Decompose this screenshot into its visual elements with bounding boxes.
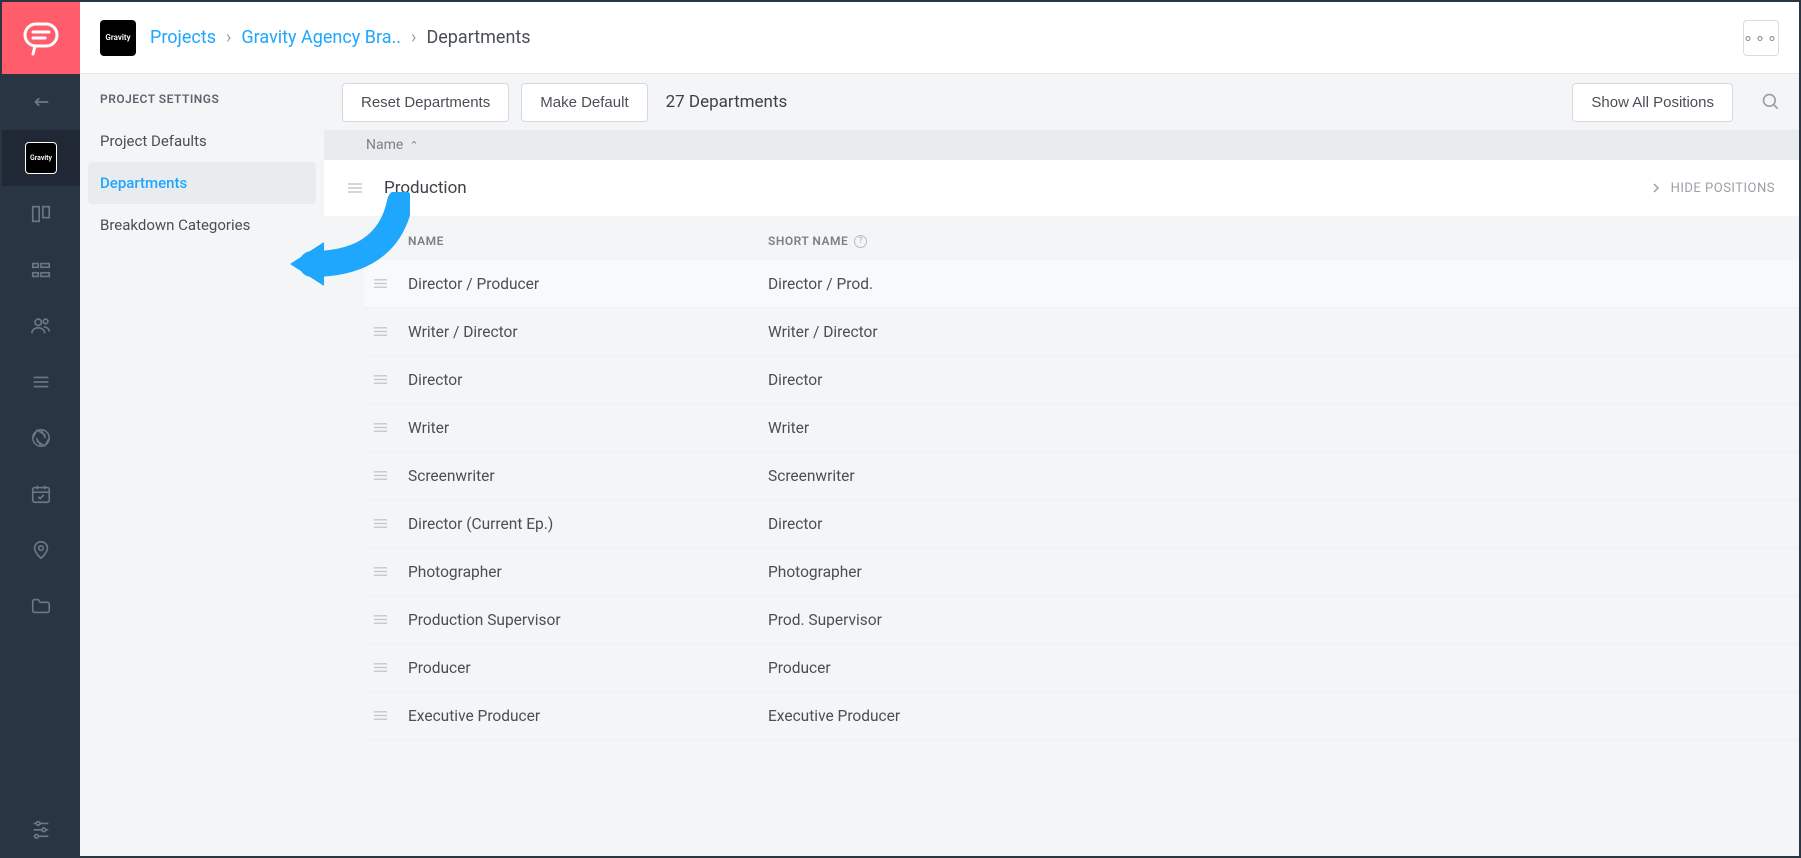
search-icon[interactable] (1761, 92, 1781, 112)
position-row[interactable]: Screenwriter Screenwriter (364, 452, 1799, 500)
nav-aperture-icon[interactable] (2, 410, 80, 466)
nav-location-icon[interactable] (2, 522, 80, 578)
position-row[interactable]: Photographer Photographer (364, 548, 1799, 596)
position-short-name: Director (768, 515, 1799, 533)
drag-handle-icon[interactable] (364, 565, 408, 578)
position-name: Writer (408, 419, 768, 437)
position-row[interactable]: Producer Producer (364, 644, 1799, 692)
sidebar-item-breakdown-categories[interactable]: Breakdown Categories (80, 204, 324, 246)
nav-list-icon[interactable] (2, 354, 80, 410)
position-short-name: Director (768, 371, 1799, 389)
drag-handle-icon[interactable] (364, 421, 408, 434)
position-short-name: Executive Producer (768, 707, 1799, 725)
position-row[interactable]: Writer Writer (364, 404, 1799, 452)
more-icon: ∘∘∘ (1743, 30, 1779, 46)
departments-count: 27 Departments (666, 92, 788, 112)
position-name: Director (408, 371, 768, 389)
chevron-right-icon: › (226, 27, 231, 48)
column-name-header: NAME (364, 234, 768, 248)
sidebar-item-departments[interactable]: Departments (88, 162, 316, 204)
position-name: Writer / Director (408, 323, 768, 341)
department-group-header: Production HIDE POSITIONS (324, 160, 1799, 216)
sort-asc-icon: ⌃ (409, 139, 418, 152)
position-row[interactable]: Director / Producer Director / Prod. (364, 260, 1799, 308)
sort-header[interactable]: Name ⌃ (324, 130, 1799, 160)
position-name: Screenwriter (408, 467, 768, 485)
position-short-name: Prod. Supervisor (768, 611, 1799, 629)
breadcrumb-projects[interactable]: Projects (150, 27, 216, 48)
nav-calendar-icon[interactable] (2, 466, 80, 522)
drag-handle-icon[interactable] (364, 277, 408, 290)
positions-column-headers: NAME SHORT NAME ? (364, 216, 1799, 260)
reset-departments-button[interactable]: Reset Departments (342, 83, 509, 122)
position-short-name: Director / Prod. (768, 275, 1799, 293)
position-name: Photographer (408, 563, 768, 581)
project-thumb: Gravity (25, 142, 57, 174)
sort-label: Name (366, 137, 403, 153)
position-name: Executive Producer (408, 707, 768, 725)
position-row[interactable]: Production Supervisor Prod. Supervisor (364, 596, 1799, 644)
nav-people-icon[interactable] (2, 298, 80, 354)
position-row[interactable]: Writer / Director Writer / Director (364, 308, 1799, 356)
drag-handle-icon[interactable] (364, 517, 408, 530)
drag-handle-icon[interactable] (364, 661, 408, 674)
left-nav-rail: Gravity (2, 2, 80, 856)
toolbar: Reset Departments Make Default 27 Depart… (324, 74, 1799, 130)
department-name: Production (384, 178, 1651, 198)
nav-folder-icon[interactable] (2, 578, 80, 634)
settings-sidebar: PROJECT SETTINGS Project Defaults Depart… (80, 74, 324, 856)
chevron-right-icon (1651, 183, 1661, 193)
drag-handle-icon[interactable] (364, 373, 408, 386)
nav-settings-icon[interactable] (2, 800, 80, 856)
top-bar: Gravity Projects › Gravity Agency Bra.. … (80, 2, 1799, 74)
position-row[interactable]: Director Director (364, 356, 1799, 404)
drag-handle-icon[interactable] (364, 709, 408, 722)
position-row[interactable]: Director (Current Ep.) Director (364, 500, 1799, 548)
position-short-name: Screenwriter (768, 467, 1799, 485)
project-badge[interactable]: Gravity (100, 20, 136, 56)
make-default-button[interactable]: Make Default (521, 83, 647, 122)
hide-positions-label: HIDE POSITIONS (1671, 181, 1775, 196)
position-name: Director / Producer (408, 275, 768, 293)
app-logo[interactable] (2, 2, 80, 74)
drag-handle-icon[interactable] (364, 613, 408, 626)
nav-project-icon[interactable]: Gravity (2, 130, 80, 186)
show-all-positions-button[interactable]: Show All Positions (1572, 83, 1733, 122)
chevron-right-icon: › (411, 27, 416, 48)
sidebar-title: PROJECT SETTINGS (80, 92, 324, 120)
position-name: Director (Current Ep.) (408, 515, 768, 533)
breadcrumb-project[interactable]: Gravity Agency Bra.. (241, 27, 401, 48)
position-short-name: Producer (768, 659, 1799, 677)
column-short-header: SHORT NAME ? (768, 234, 1799, 248)
position-short-name: Writer (768, 419, 1799, 437)
hide-positions-toggle[interactable]: HIDE POSITIONS (1651, 181, 1775, 196)
drag-handle-icon[interactable] (348, 181, 362, 195)
drag-handle-icon[interactable] (364, 469, 408, 482)
breadcrumb: Projects › Gravity Agency Bra.. › Depart… (150, 27, 531, 48)
more-button[interactable]: ∘∘∘ (1743, 20, 1779, 56)
position-short-name: Photographer (768, 563, 1799, 581)
breadcrumb-current: Departments (426, 27, 530, 48)
position-row[interactable]: Executive Producer Executive Producer (364, 692, 1799, 740)
position-short-name: Writer / Director (768, 323, 1799, 341)
nav-breakdown-icon[interactable] (2, 242, 80, 298)
help-icon[interactable]: ? (854, 235, 867, 248)
nav-back-icon[interactable] (2, 74, 80, 130)
drag-handle-icon[interactable] (364, 325, 408, 338)
sidebar-item-project-defaults[interactable]: Project Defaults (80, 120, 324, 162)
position-name: Producer (408, 659, 768, 677)
nav-boards-icon[interactable] (2, 186, 80, 242)
position-name: Production Supervisor (408, 611, 768, 629)
